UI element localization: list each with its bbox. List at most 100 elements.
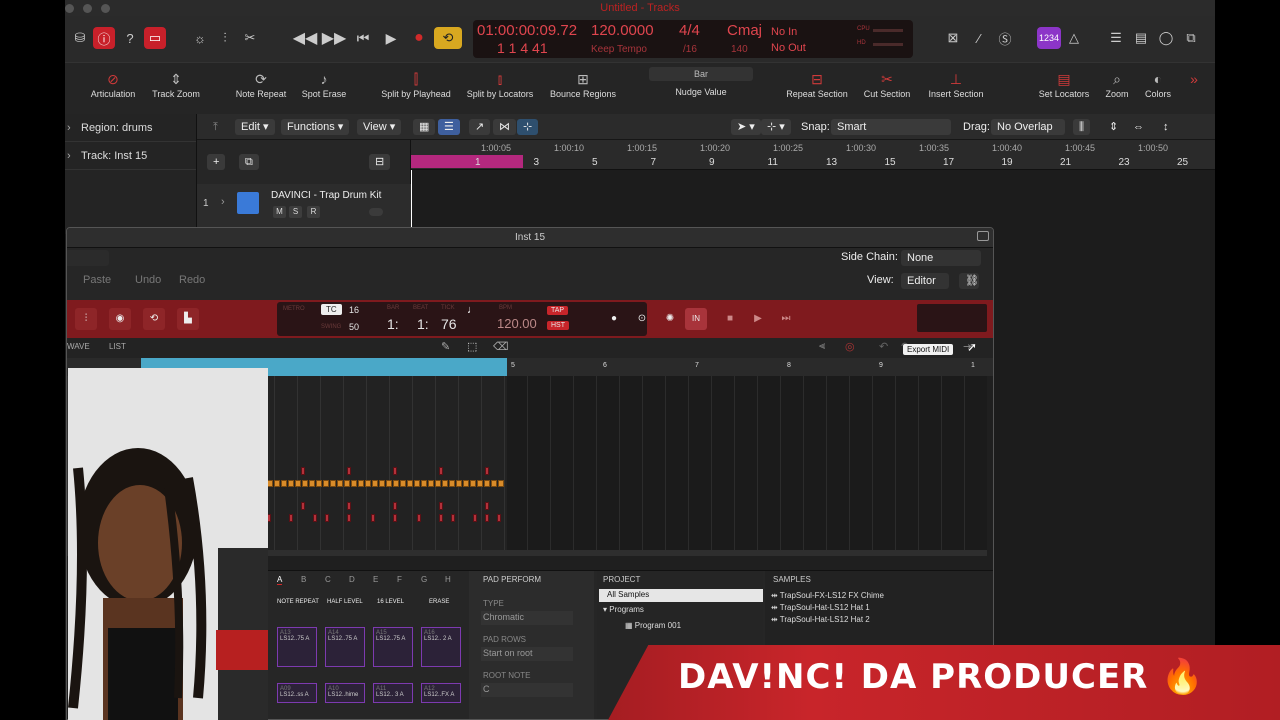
grid-view-icon[interactable]: ▦ (413, 119, 436, 135)
plugin-window-link-icon[interactable] (977, 231, 989, 241)
side-chain-select[interactable]: None (901, 250, 981, 266)
colors-button[interactable]: ◐ Colors (1145, 69, 1171, 99)
waveform-zoom-icon[interactable]: ⫼ (1073, 119, 1091, 135)
pad-bank-tab[interactable]: A (277, 575, 283, 585)
edit-menu[interactable]: Edit ▾ (235, 119, 275, 135)
list-editors-icon[interactable]: ☰ (1105, 27, 1127, 49)
region-inspector-header[interactable]: Region: drums (65, 114, 196, 142)
mpc-record-icon[interactable]: ● (603, 308, 625, 330)
snap-select[interactable]: Smart (831, 119, 951, 135)
midi-note[interactable] (301, 467, 305, 475)
mpc-stop-icon[interactable]: ■ (719, 308, 741, 330)
solo-icon[interactable]: Ⓢ (994, 27, 1016, 49)
midi-note[interactable] (386, 480, 392, 487)
mute-button[interactable]: M (273, 206, 286, 218)
repeat-section-button[interactable]: ⊟ Repeat Section (786, 69, 848, 99)
tc-button[interactable]: TC (321, 304, 342, 315)
split-by-playhead-button[interactable]: ⫿ Split by Playhead (381, 69, 451, 99)
drum-pad[interactable]: A16 LS12.. 2 A (421, 627, 461, 667)
auto-icon[interactable]: ✺ (659, 308, 681, 330)
ruler[interactable]: 1:00:05 1:00:10 1:00:15 1:00:20 1:00:25 1:00:… (411, 140, 1215, 170)
volume-knob[interactable] (369, 208, 383, 216)
pad-bank-tab[interactable]: F (397, 575, 402, 584)
midi-note[interactable] (439, 502, 443, 510)
midi-note[interactable] (337, 480, 343, 487)
inspector-icon[interactable]: ⓘ (93, 27, 115, 49)
hst-button[interactable]: HST (547, 321, 569, 330)
list-view-icon[interactable]: ☰ (438, 119, 460, 135)
snap-to-grid-icon[interactable]: ⊹ (517, 119, 539, 135)
disclosure-icon[interactable]: › (221, 196, 225, 208)
midi-note[interactable] (313, 514, 317, 522)
midi-note[interactable] (365, 480, 371, 487)
set-locators-button[interactable]: ▤ Set Locators (1039, 69, 1090, 99)
midi-note[interactable] (449, 480, 455, 487)
midi-note[interactable] (456, 480, 462, 487)
midi-note[interactable] (295, 480, 301, 487)
midi-note[interactable] (274, 480, 280, 487)
undo-button[interactable]: Undo (135, 274, 161, 286)
solo-button[interactable]: S (289, 206, 302, 218)
add-track-button[interactable]: + (207, 154, 226, 170)
mpc-play-start-icon[interactable]: ⏭ (775, 308, 797, 330)
mixer-icon[interactable]: ⫶ (214, 27, 236, 49)
grid-undo-icon[interactable]: ↶ (879, 340, 888, 353)
toolbar-toggle-icon[interactable]: ▭ (144, 27, 166, 49)
midi-note[interactable] (414, 480, 420, 487)
drum-pad[interactable]: A10 LS12..hime (325, 683, 365, 703)
preset-menu[interactable] (67, 250, 109, 266)
note-repeat-button[interactable]: ⟳ Note Repeat (236, 69, 287, 99)
pencil-icon[interactable]: ✎ (441, 340, 450, 353)
pad-function-button[interactable]: ERASE (429, 599, 449, 605)
midi-note[interactable] (351, 480, 357, 487)
midi-note[interactable] (393, 480, 399, 487)
midi-note[interactable] (323, 480, 329, 487)
rewind-icon[interactable]: ◀◀ (293, 27, 318, 49)
midi-note[interactable] (421, 480, 427, 487)
pad-function-button[interactable]: HALF LEVEL (327, 599, 363, 605)
track-zoom-button[interactable]: ⇕ Track Zoom (152, 69, 200, 99)
more-toolbar-button[interactable]: » (1190, 69, 1198, 89)
track-row[interactable]: 1 › DAVINCI - Trap Drum Kit M S R (197, 184, 411, 228)
pad-bank-tab[interactable]: D (349, 575, 355, 584)
midi-note[interactable] (379, 480, 385, 487)
zoom-button[interactable]: ⌕ Zoom (1105, 69, 1128, 99)
all-samples-item[interactable]: All Samples (599, 589, 763, 602)
quick-help-icon[interactable]: ? (119, 27, 141, 49)
cycle-icon[interactable]: ⟲ (434, 27, 462, 49)
spot-erase-button[interactable]: ♪ Spot Erase (302, 69, 347, 99)
duplicate-track-icon[interactable]: ⧉ (239, 154, 259, 170)
editors-icon[interactable]: ✂ (239, 27, 261, 49)
midi-note[interactable] (302, 480, 308, 487)
tap-button[interactable]: TAP (547, 306, 569, 315)
midi-note[interactable] (498, 480, 504, 487)
midi-note[interactable] (477, 480, 483, 487)
pad-function-button[interactable]: NOTE REPEAT (277, 599, 319, 605)
midi-note[interactable] (347, 514, 351, 522)
pad-function-button[interactable]: 16 LEVEL (377, 599, 404, 605)
midi-note[interactable] (309, 480, 315, 487)
midi-note[interactable] (485, 467, 489, 475)
midi-note[interactable] (439, 514, 443, 522)
root-note-select[interactable]: C (481, 683, 573, 697)
up-arrow-icon[interactable]: ⤒ (207, 119, 224, 135)
midi-note[interactable] (372, 480, 378, 487)
midi-note[interactable] (451, 514, 455, 522)
midi-note[interactable] (371, 514, 375, 522)
midi-note[interactable] (439, 467, 443, 475)
midi-note[interactable] (281, 480, 287, 487)
count-in-icon[interactable]: 1234 (1037, 27, 1061, 49)
catch-icon[interactable]: ↗ (469, 119, 491, 135)
insert-section-button[interactable]: ⊥ Insert Section (928, 69, 983, 99)
view-menu[interactable]: View ▾ (357, 119, 402, 135)
functions-menu[interactable]: Functions ▾ (281, 119, 350, 135)
pad-bank-tab[interactable]: E (373, 575, 378, 584)
midi-note[interactable] (347, 502, 351, 510)
midi-note[interactable] (316, 480, 322, 487)
go-to-beginning-icon[interactable]: ⏮ (352, 27, 374, 49)
metronome-icon[interactable]: △ (1063, 27, 1085, 49)
vertical-zoom-icon[interactable]: ⇕ (1103, 119, 1124, 135)
record-enable-button[interactable]: R (307, 206, 320, 218)
pad-bank-tab[interactable]: B (301, 575, 306, 584)
link-icon[interactable]: ⛓ (959, 273, 979, 289)
